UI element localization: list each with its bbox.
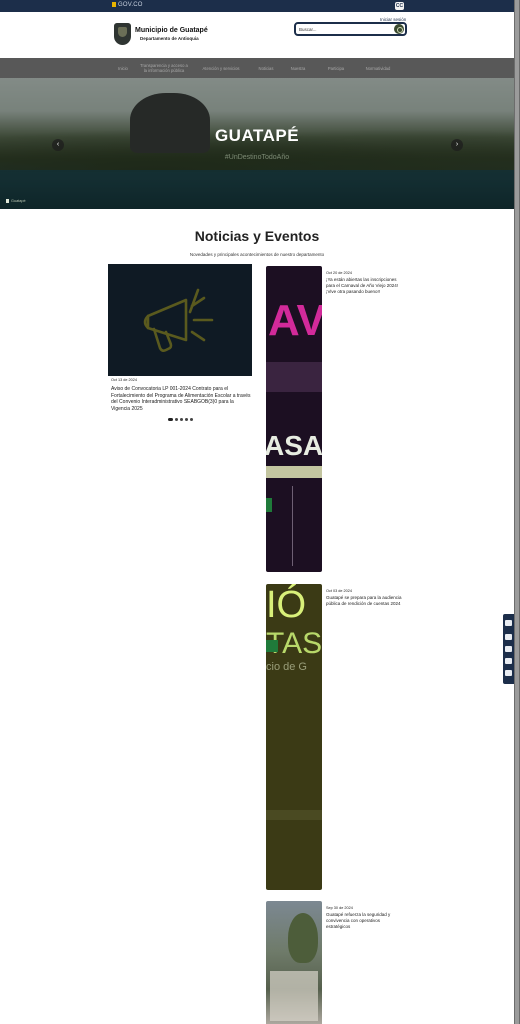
- gov-flag-icon: [112, 2, 116, 7]
- nav-item-nuestra[interactable]: Nuestra: [284, 58, 312, 78]
- accessibility-side-widget: [503, 614, 514, 684]
- thumb-band: [266, 810, 322, 820]
- thumb-text: cio de G: [266, 661, 307, 673]
- nav-item-transparencia[interactable]: Transparencia y acceso a la información …: [138, 58, 190, 78]
- scrollbar[interactable]: [514, 0, 520, 1024]
- gov-top-bar: GOV.CO CC: [0, 0, 514, 12]
- search-icon[interactable]: [394, 24, 404, 34]
- featured-news-title: Aviso de Convocatoria LP 001-2024 Contra…: [111, 386, 251, 412]
- thumb-mark: [266, 640, 278, 652]
- grayscale-icon[interactable]: [505, 658, 512, 664]
- news-card-image: IÓ TAS cio de G: [266, 584, 322, 890]
- hero-subtitle: #UnDestinoTodoAño: [224, 154, 290, 161]
- nav-item-atencion[interactable]: Atención y servicios: [196, 58, 246, 78]
- thumb-line: [292, 486, 293, 566]
- contrast-icon[interactable]: [505, 620, 512, 626]
- font-decrease-icon[interactable]: [505, 646, 512, 652]
- hero-title: GUATAPÉ: [214, 126, 300, 145]
- thumb-text: AV: [268, 296, 322, 345]
- nav-item-inicio[interactable]: Inicio: [112, 58, 134, 78]
- hero-caption: Guatapé: [6, 199, 26, 203]
- carousel-dot[interactable]: [168, 418, 173, 421]
- news-section-subtitle: Novedades y principales acontecimientos …: [189, 252, 325, 257]
- nav-item-normatividad[interactable]: Normatividad: [358, 58, 398, 78]
- search-input[interactable]: [299, 25, 389, 34]
- carousel-indicators: [168, 418, 193, 421]
- news-card[interactable]: IÓ TAS cio de G Oct 03 de 2024 Guatapé s…: [266, 584, 402, 890]
- page: GOV.CO CC Municipio de Guatapé Departame…: [0, 0, 520, 1024]
- camera-icon: [6, 199, 9, 203]
- site-header: Municipio de Guatapé Departamento de Ant…: [0, 12, 514, 58]
- news-card-image: [266, 901, 322, 1024]
- main-nav: Inicio Transparencia y acceso a la infor…: [0, 58, 514, 78]
- carousel-dot[interactable]: [190, 418, 193, 421]
- nav-item-noticias[interactable]: Noticias: [252, 58, 280, 78]
- news-card-title: Guatapé se prepara para la audiencia púb…: [326, 595, 402, 606]
- hero-caption-text: Guatapé: [11, 199, 26, 203]
- thumb-band: [266, 362, 322, 392]
- news-card-date: Sep 30 de 2024: [326, 906, 353, 910]
- featured-news-card[interactable]: Oct 13 de 2024 Aviso de Convocatoria LP …: [108, 264, 252, 421]
- brand-subtitle: Departamento de Antioquia: [140, 36, 199, 41]
- hero-carousel: GUATAPÉ #UnDestinoTodoAño ‹ › Guatapé: [0, 78, 514, 209]
- carousel-prev-button[interactable]: ‹: [52, 139, 64, 151]
- news-card-title: Guatapé refuerza la seguridad y conviven…: [326, 912, 391, 929]
- accessibility-button[interactable]: CC: [395, 2, 404, 10]
- news-card[interactable]: Sep 30 de 2024 Guatapé refuerza la segur…: [266, 901, 402, 1024]
- featured-news-date: Oct 13 de 2024: [111, 378, 137, 382]
- thumb-band: [266, 466, 322, 478]
- news-card[interactable]: AV ASA Oct 20 de 2024 ¡Ya están abiertas…: [266, 266, 402, 572]
- news-card-date: Oct 03 de 2024: [326, 589, 352, 593]
- carousel-next-button[interactable]: ›: [451, 139, 463, 151]
- nav-item-participa[interactable]: Participa: [318, 58, 354, 78]
- thumb-people: [270, 971, 318, 1021]
- news-card-date: Oct 20 de 2024: [326, 271, 352, 275]
- municipal-shield-logo: [114, 23, 131, 45]
- brand-name: Municipio de Guatapé: [135, 27, 208, 34]
- scrollbar-thumb[interactable]: [515, 0, 519, 1024]
- font-increase-icon[interactable]: [505, 634, 512, 640]
- search-box: [294, 22, 407, 36]
- carousel-dot[interactable]: [180, 418, 183, 421]
- thumb-text: IÓ: [266, 584, 307, 626]
- carousel-dot[interactable]: [175, 418, 178, 421]
- reset-icon[interactable]: [505, 670, 512, 676]
- thumb-tree: [288, 913, 318, 963]
- gov-co-label: GOV.CO: [118, 2, 143, 8]
- thumb-mark: [266, 498, 272, 512]
- news-card-image: AV ASA: [266, 266, 322, 572]
- featured-news-image: [108, 264, 252, 376]
- megaphone-icon: [143, 288, 214, 352]
- carousel-dot[interactable]: [185, 418, 188, 421]
- gov-co-link[interactable]: GOV.CO: [112, 2, 143, 8]
- thumb-text: ASA: [266, 430, 322, 461]
- news-card-title: ¡Ya están abiertas las inscripciones par…: [326, 277, 398, 294]
- news-section-title: Noticias y Eventos: [194, 228, 320, 244]
